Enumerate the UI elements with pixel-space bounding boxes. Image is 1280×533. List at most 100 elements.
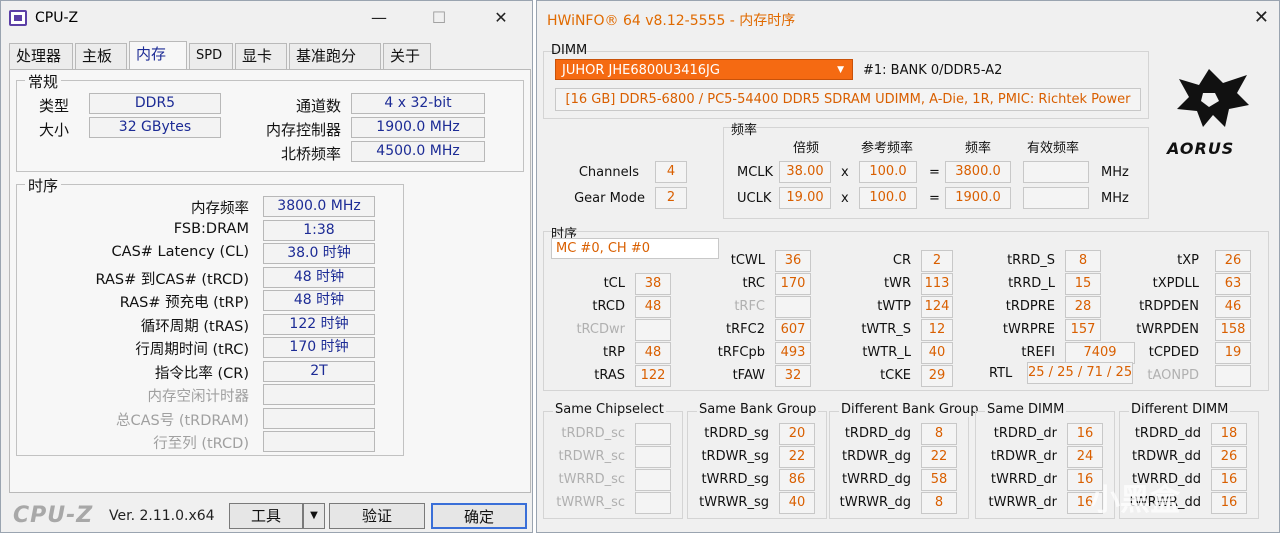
tab-memory[interactable]: 内存 xyxy=(129,41,187,70)
cpuz-app-icon xyxy=(9,10,27,26)
turnaround-value: 24 xyxy=(1067,446,1103,468)
timing-value: 3800.0 MHz xyxy=(263,196,375,217)
timing-label: tRRD_L xyxy=(1008,276,1055,291)
dimm-select[interactable]: JUHOR JHE6800U3416JG ▼ xyxy=(555,59,853,80)
aorus-logo-text: AORUS xyxy=(1167,139,1235,158)
turnaround-label: tWRRD_dr xyxy=(990,472,1057,487)
turnaround-label: tRDRD_dd xyxy=(1134,426,1201,441)
minimize-button[interactable]: — xyxy=(363,6,395,30)
timing-label: tRDPDEN xyxy=(1139,299,1199,314)
timing-label: tWRPRE xyxy=(1002,322,1055,337)
hwinfo-window: HWiNFO® 64 v8.12-5555 - 内存时序 ✕ DIMM JUHO… xyxy=(536,0,1280,533)
timing-label: 内存空闲计时器 xyxy=(147,389,250,405)
mclk-unit: MHz xyxy=(1101,165,1129,180)
turnaround-label: tRDWR_dr xyxy=(990,449,1057,464)
mclk-label: MCLK xyxy=(737,165,774,180)
turnaround-value: 58 xyxy=(921,469,957,491)
uclk-eff xyxy=(1023,187,1089,209)
timing-label: tWR xyxy=(884,276,911,291)
turnaround-label: tRDWR_dg xyxy=(841,449,911,464)
turnaround-value: 8 xyxy=(921,492,957,514)
turnaround-group-title: Different DIMM xyxy=(1129,402,1231,417)
timing-label: RAS# 预充电 (tRP) xyxy=(119,295,249,311)
turnaround-label: tRDWR_sc xyxy=(558,449,625,464)
timing-label: tWTR_S xyxy=(861,322,911,337)
timing-value: 493 xyxy=(775,342,811,364)
timing-value: 48 xyxy=(635,296,671,318)
turnaround-label: tRDWR_dd xyxy=(1131,449,1201,464)
close-button[interactable]: ✕ xyxy=(485,6,517,30)
tools-button[interactable]: 工具 xyxy=(229,503,303,529)
northbridge-label: 北桥频率 xyxy=(280,145,341,163)
tab-graphics[interactable]: 显卡 xyxy=(235,43,287,69)
tab-processor[interactable]: 处理器 xyxy=(9,43,73,69)
turnaround-value: 22 xyxy=(921,446,957,468)
turnaround-value xyxy=(635,446,671,468)
timing-label: tRRD_S xyxy=(1007,253,1055,268)
hwinfo-close-button[interactable]: ✕ xyxy=(1254,7,1269,28)
timing-label: RAS# 到CAS# (tRCD) xyxy=(95,271,249,288)
timing-label: 指令比率 (CR) xyxy=(154,365,249,382)
turnaround-value: 18 xyxy=(1211,423,1247,445)
timing-value: 170 xyxy=(775,273,811,295)
turnaround-value: 16 xyxy=(1067,423,1103,445)
timing-value: 48 xyxy=(635,342,671,364)
type-label: 类型 xyxy=(39,97,70,115)
turnaround-group-title: Different Bank Group xyxy=(839,402,981,417)
memory-controller-label: 内存控制器 xyxy=(265,121,341,139)
timing-value: 48 时钟 xyxy=(263,266,375,288)
hwinfo-window-title: HWiNFO® 64 v8.12-5555 - 内存时序 xyxy=(547,13,796,29)
turnaround-label: tRDWR_sg xyxy=(701,449,769,464)
turnaround-value: 26 xyxy=(1211,446,1247,468)
dimm-info: [16 GB] DDR5-6800 / PC5-54400 DDR5 SDRAM… xyxy=(555,88,1141,111)
tab-about[interactable]: 关于 xyxy=(383,43,431,69)
turnaround-label: tRDRD_dr xyxy=(993,426,1057,441)
mclk-x: x xyxy=(841,165,849,180)
tab-spd[interactable]: SPD xyxy=(189,43,233,69)
gear-mode-value: 2 xyxy=(655,187,687,209)
timing-label: tCPDED xyxy=(1148,345,1199,360)
timing-label: 行至列 (tRCD) xyxy=(153,436,249,452)
timing-value: 122 时钟 xyxy=(263,313,375,335)
turnaround-label: tWRWR_dr xyxy=(988,495,1057,510)
timing-value: 2T xyxy=(263,360,375,382)
validate-button[interactable]: 验证 xyxy=(329,503,425,529)
ok-button[interactable]: 确定 xyxy=(431,503,527,529)
timing-value: 2 xyxy=(921,250,953,272)
turnaround-value: 16 xyxy=(1211,492,1247,514)
turnaround-value: 22 xyxy=(779,446,815,468)
turnaround-value xyxy=(635,423,671,445)
timing-value xyxy=(263,431,375,452)
channels-label: 通道数 xyxy=(295,97,341,115)
channels-value: 4 xyxy=(655,161,687,183)
tools-dropdown-button[interactable]: ▼ xyxy=(303,503,325,529)
timing-label: tREFI xyxy=(1021,345,1055,360)
timing-value: 36 xyxy=(775,250,811,272)
timing-value: 157 xyxy=(1065,319,1101,341)
timing-value: 15 xyxy=(1065,273,1101,295)
tab-mainboard[interactable]: 主板 xyxy=(75,43,127,69)
watermark-logo: 小黑盒 xyxy=(1090,483,1180,518)
turnaround-value: 8 xyxy=(921,423,957,445)
rtl-label: RTL xyxy=(989,366,1013,381)
uclk-label: UCLK xyxy=(737,191,772,206)
cpuz-footer-logo: CPU-Z xyxy=(13,503,94,528)
turnaround-value: 20 xyxy=(779,423,815,445)
dimm-bank: #1: BANK 0/DDR5-A2 xyxy=(863,63,1003,78)
timing-label: tRCD xyxy=(592,299,625,314)
timing-label: tWTP xyxy=(877,299,911,314)
timing-label: CAS# Latency (CL) xyxy=(111,244,249,260)
timing-value xyxy=(775,296,811,318)
gear-mode-label: Gear Mode xyxy=(574,191,645,206)
turnaround-value xyxy=(635,492,671,514)
timing-label: FSB:DRAM xyxy=(173,220,249,237)
tab-bench[interactable]: 基准跑分 xyxy=(289,43,381,69)
maximize-button[interactable]: ☐ xyxy=(423,6,455,30)
turnaround-label: tWRRD_dg xyxy=(841,472,911,487)
timing-value: 113 xyxy=(921,273,953,295)
uclk-ref: 100.0 xyxy=(859,187,917,209)
cpuz-titlebar[interactable]: CPU-Z — ☐ ✕ xyxy=(1,1,532,35)
turnaround-label: tRDRD_sc xyxy=(561,426,625,441)
timing-label: 行周期时间 (tRC) xyxy=(135,342,249,358)
timing-value: 32 xyxy=(775,365,811,387)
